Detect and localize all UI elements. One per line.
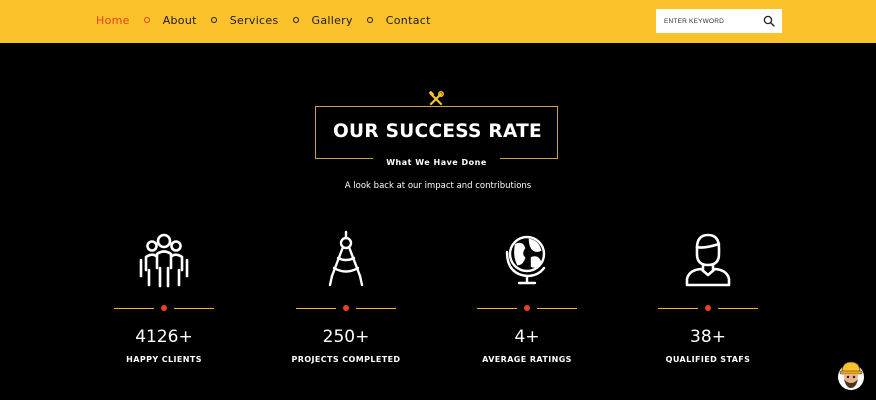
stat-divider [114,304,214,312]
nav-gallery[interactable]: Gallery [312,14,353,27]
top-bar: Home About Services Gallery Contact [0,0,876,43]
section-title: OUR SUCCESS RATE [332,121,542,142]
builder-mascot-icon[interactable] [837,359,865,393]
search-input[interactable] [656,17,751,25]
stat-value: 38+ [690,327,726,347]
stat-label: QUALIFIED STAFS [665,355,751,364]
stat-label: AVERAGE RATINGS [482,355,572,364]
nav-separator-dot [210,16,217,23]
nav-separator-dot [366,16,373,23]
search-box [656,9,782,33]
divider-dot [161,305,167,311]
section-subtitle: What We Have Done [377,157,496,169]
stat-divider [658,304,758,312]
section-subtitle-wrap: What We Have Done [324,152,549,169]
stat-divider [477,304,577,312]
compass-drafting-icon [328,230,364,287]
divider-dot [524,305,530,311]
search-icon[interactable] [763,15,775,27]
stat-value: 4+ [514,327,540,347]
subtitle-rule [324,158,373,159]
globe-icon [505,235,546,285]
tools-icon [428,91,444,106]
nav-about[interactable]: About [163,14,197,27]
nav-separator-dot [292,16,299,23]
nav-services[interactable]: Services [230,14,279,27]
nav-home[interactable]: Home [96,14,130,27]
divider-dot [343,305,349,311]
stat-label: HAPPY CLIENTS [126,355,202,364]
main-nav: Home About Services Gallery Contact [96,14,431,27]
stat-divider [296,304,396,312]
divider-dot [705,305,711,311]
nav-separator-dot [143,16,150,23]
stat-label: PROJECTS COMPLETED [291,355,401,364]
section-tagline: A look back at our impact and contributi… [344,181,532,191]
nav-contact[interactable]: Contact [386,14,431,27]
worker-icon [685,233,731,287]
people-group-icon [139,233,189,288]
subtitle-rule [500,158,549,159]
stat-value: 250+ [322,327,370,347]
stat-value: 4126+ [135,327,193,347]
